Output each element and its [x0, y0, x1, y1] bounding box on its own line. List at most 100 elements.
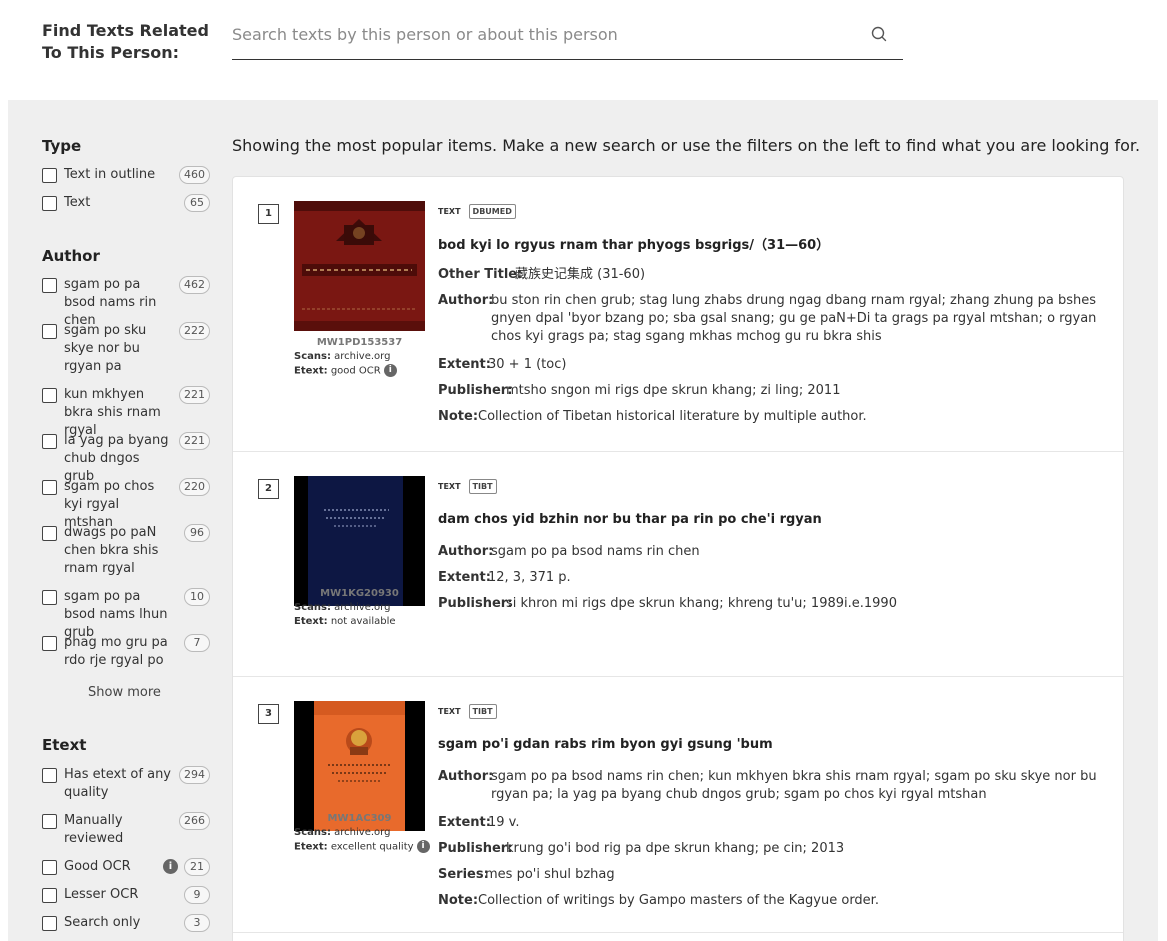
- script-tag: TIBT: [468, 704, 497, 719]
- checkbox[interactable]: [42, 434, 57, 449]
- checkbox[interactable]: [42, 860, 57, 875]
- scans-label: Scans:: [294, 351, 331, 362]
- facet-count-badge: 3: [184, 914, 210, 932]
- facet-count-badge: 221: [179, 432, 210, 450]
- field-key: Extent:: [438, 570, 491, 585]
- field-key: Note:: [438, 409, 479, 424]
- checkbox[interactable]: [42, 636, 57, 651]
- checkbox[interactable]: [42, 916, 57, 931]
- etext-label: Etext:: [294, 841, 328, 853]
- facet-item-author[interactable]: sgam po pa bsod nams rin chen 462: [42, 276, 210, 328]
- result-thumbnail[interactable]: [294, 201, 425, 331]
- type-tag: TEXT: [438, 707, 461, 716]
- result-title[interactable]: dam chos yid bzhin nor bu thar pa rin po…: [438, 512, 822, 527]
- facet-item-author[interactable]: sgam po sku skye nor bu rgyan pa 222: [42, 322, 210, 376]
- facet-count-badge: 7: [184, 634, 210, 652]
- facet-count-badge: 96: [184, 524, 210, 542]
- facet-item-author[interactable]: la yag pa byang chub dngos grub 221: [42, 432, 210, 484]
- checkbox[interactable]: [42, 278, 57, 293]
- result-title[interactable]: bod kyi lo rgyus rnam thar phyogs bsgrig…: [438, 234, 829, 253]
- result-number: 2: [258, 479, 279, 499]
- checkbox[interactable]: [42, 388, 57, 403]
- search-header: Find Texts Related To This Person:: [0, 0, 1167, 100]
- field-author: Author: bu ston rin chen grub; stag lung …: [438, 292, 1108, 346]
- facet-label: Search only: [64, 915, 141, 930]
- facet-item-etext[interactable]: Lesser OCR 9: [42, 886, 210, 906]
- facet-title-author: Author: [42, 247, 100, 265]
- field-key: Series:: [438, 867, 489, 882]
- facet-count-badge: 9: [184, 886, 210, 904]
- facet-label: Lesser OCR: [64, 887, 139, 902]
- result-body: TEXT TIBT sgam po'i gdan rabs rim byon gy…: [438, 704, 1108, 914]
- scans-label: Scans:: [294, 602, 331, 613]
- result-tags: TEXT TIBT: [438, 479, 497, 497]
- facet-label: Has etext of any quality: [64, 767, 171, 800]
- result-etext: Etext: not available: [294, 615, 396, 629]
- facet-item-author[interactable]: kun mkhyen bkra shis rnam rgyal 221: [42, 386, 210, 438]
- field-value: sgam po pa bsod nams rin chen; kun mkhye…: [491, 769, 1097, 802]
- facet-item-type[interactable]: Text in outline 460: [42, 166, 210, 186]
- facet-label: phag mo gru pa rdo rje rgyal po: [64, 635, 168, 668]
- result-scans: Scans: archive.org: [294, 350, 390, 364]
- field-value: 30 + 1 (toc): [488, 357, 567, 372]
- facet-item-type[interactable]: Text 65: [42, 194, 210, 214]
- scans-value[interactable]: archive.org: [334, 827, 390, 838]
- result-card: 3 MW1AC309 Scans: archive.org Etext: exc…: [233, 677, 1123, 933]
- scans-value[interactable]: archive.org: [334, 351, 390, 362]
- field-value: mtsho sngon mi rigs dpe skrun khang; zi …: [506, 383, 841, 398]
- facet-item-etext[interactable]: Manually reviewed 266: [42, 812, 210, 850]
- facet-item-author[interactable]: phag mo gru pa rdo rje rgyal po 7: [42, 634, 210, 672]
- facet-count-badge: 294: [179, 766, 210, 784]
- field-publisher: Publisher: mtsho sngon mi rigs dpe skrun …: [438, 382, 1108, 400]
- field-author: Author: sgam po pa bsod nams rin chen: [438, 543, 1108, 561]
- checkbox[interactable]: [42, 526, 57, 541]
- checkbox[interactable]: [42, 590, 57, 605]
- results-message: Showing the most popular items. Make a n…: [232, 136, 1141, 155]
- info-icon[interactable]: i: [416, 840, 430, 853]
- result-number: 1: [258, 204, 279, 224]
- script-tag: TIBT: [468, 479, 497, 494]
- checkbox[interactable]: [42, 168, 57, 183]
- result-thumbnail[interactable]: [294, 476, 425, 606]
- info-icon[interactable]: i: [383, 364, 397, 377]
- field-value: mes po'i shul bzhag: [485, 867, 615, 882]
- search-icon[interactable]: [869, 24, 889, 44]
- facet-count-badge: 462: [179, 276, 210, 294]
- facet-title-etext: Etext: [42, 736, 87, 754]
- facet-item-etext[interactable]: Good OCR i 21: [42, 858, 210, 878]
- filter-sidebar: Type Text in outline 460 Text 65 Author …: [8, 100, 223, 941]
- field-note: Note: Collection of Tibetan historical li…: [438, 408, 1108, 426]
- facet-item-etext[interactable]: Has etext of any quality 294: [42, 766, 210, 804]
- checkbox[interactable]: [42, 768, 57, 783]
- facet-item-author[interactable]: sgam po pa bsod nams lhun grub 10: [42, 588, 210, 640]
- facet-item-author[interactable]: sgam po chos kyi rgyal mtshan 220: [42, 478, 210, 530]
- facet-item-etext[interactable]: Search only 3: [42, 914, 210, 934]
- field-value: Collection of writings by Gampo masters …: [478, 893, 879, 908]
- facet-count-badge: 21: [184, 858, 210, 876]
- checkbox[interactable]: [42, 480, 57, 495]
- field-series: Series: mes po'i shul bzhag: [438, 866, 1108, 884]
- result-title[interactable]: sgam po'i gdan rabs rim byon gyi gsung '…: [438, 737, 773, 752]
- result-thumbnail[interactable]: [294, 701, 425, 831]
- search-bar: [232, 14, 903, 60]
- checkbox[interactable]: [42, 888, 57, 903]
- facet-count-badge: 221: [179, 386, 210, 404]
- etext-value: not available: [330, 616, 396, 627]
- script-tag: DBUMED: [468, 204, 516, 219]
- checkbox[interactable]: [42, 196, 57, 211]
- info-icon[interactable]: i: [163, 859, 178, 874]
- show-more-link[interactable]: Show more: [42, 685, 207, 700]
- checkbox[interactable]: [42, 324, 57, 339]
- type-tag: TEXT: [438, 207, 461, 216]
- checkbox[interactable]: [42, 814, 57, 829]
- field-value: sgam po pa bsod nams rin chen: [491, 544, 700, 559]
- field-key: Publisher:: [438, 841, 513, 856]
- result-card: 2 MW1KG20930 Scans: archive.org Etext: n…: [233, 452, 1123, 677]
- facet-label: dwags po paN chen bkra shis rnam rgyal: [64, 525, 159, 576]
- scans-value[interactable]: archive.org: [334, 602, 390, 613]
- search-input[interactable]: [232, 18, 852, 50]
- facet-count-badge: 10: [184, 588, 210, 606]
- facet-label: Text: [64, 195, 91, 210]
- etext-label: Etext:: [294, 616, 328, 627]
- facet-item-author[interactable]: dwags po paN chen bkra shis rnam rgyal 9…: [42, 524, 210, 578]
